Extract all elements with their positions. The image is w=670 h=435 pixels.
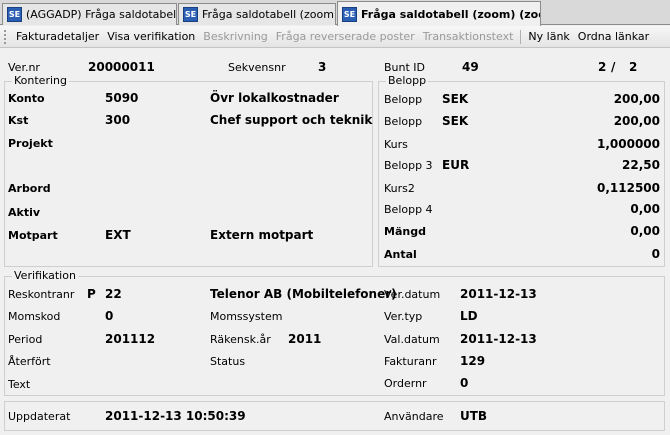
ordna-lankar-button[interactable]: Ordna länkar bbox=[574, 30, 653, 43]
belopp-row-value: 0,112500 bbox=[596, 181, 660, 195]
belopp-row-value: 200,00 bbox=[613, 92, 660, 106]
kontering-group bbox=[4, 81, 373, 267]
reskontranr-description: Telenor AB (Mobiltelefoner) bbox=[210, 287, 397, 301]
motpart-description: Extern motpart bbox=[210, 228, 314, 242]
belopp-row-value: 0 bbox=[651, 247, 660, 261]
se-app-icon: SE bbox=[342, 6, 357, 22]
belopp-row-currency: SEK bbox=[442, 92, 469, 106]
page-total: 2 bbox=[629, 60, 638, 74]
sekvensnr-label: Sekvensnr bbox=[228, 61, 286, 74]
konto-description: Övr lokalkostnader bbox=[210, 91, 339, 105]
ny-lank-button[interactable]: Ny länk bbox=[524, 30, 573, 43]
kst-value: 300 bbox=[105, 113, 131, 127]
konto-value: 5090 bbox=[105, 91, 139, 105]
momssystem-label: Momssystem bbox=[210, 310, 283, 323]
tab-aggadp-fraga-saldotabell[interactable]: SE (AGGADP) Fråga saldotabell bbox=[2, 3, 177, 25]
belopp-row-label: Belopp bbox=[384, 93, 423, 106]
reskontranr-type: P bbox=[87, 287, 96, 301]
projekt-label: Projekt bbox=[8, 137, 53, 150]
kst-label: Kst bbox=[8, 114, 29, 127]
vertyp-label: Ver.typ bbox=[384, 310, 423, 323]
toolbar: Fakturadetaljer Visa verifikation Beskri… bbox=[0, 26, 670, 48]
belopp-row-label: Belopp 3 bbox=[384, 159, 433, 172]
belopp-row-label: Kurs bbox=[384, 138, 408, 151]
arbord-label: Arbord bbox=[8, 182, 51, 195]
visa-verifikation-button[interactable]: Visa verifikation bbox=[103, 30, 199, 43]
period-value: 201112 bbox=[105, 332, 156, 346]
tab-fraga-saldotabell-zoom-zoom[interactable]: SE Fråga saldotabell (zoom) (zoom) bbox=[337, 1, 541, 26]
fakturadetaljer-button[interactable]: Fakturadetaljer bbox=[12, 30, 103, 43]
belopp-row-value: 200,00 bbox=[613, 114, 660, 128]
reskontranr-value: 22 bbox=[105, 287, 122, 301]
se-app-icon: SE bbox=[7, 7, 22, 22]
momskod-value: 0 bbox=[105, 309, 114, 323]
form-area: Ver.nr 20000011 Sekvensnr 3 Bunt ID 49 2… bbox=[0, 49, 670, 435]
verdatum-label: Ver.datum bbox=[384, 288, 441, 301]
status-label: Status bbox=[210, 355, 246, 368]
belopp-row-value: 0,00 bbox=[630, 202, 660, 216]
ordernr-value: 0 bbox=[460, 376, 469, 390]
belopp-row-label: Antal bbox=[384, 248, 417, 261]
ordernr-label: Ordernr bbox=[384, 377, 427, 390]
belopp-row-currency: SEK bbox=[442, 114, 469, 128]
belopp-row-currency: EUR bbox=[442, 158, 470, 172]
fakturanr-label: Fakturanr bbox=[384, 355, 437, 368]
toolbar-separator bbox=[520, 29, 522, 44]
reskontranr-label: Reskontranr bbox=[8, 288, 75, 301]
motpart-value: EXT bbox=[105, 228, 131, 242]
vernr-label: Ver.nr bbox=[8, 61, 40, 74]
fakturanr-value: 129 bbox=[460, 354, 486, 368]
anvandare-label: Användare bbox=[384, 410, 444, 423]
anvandare-value: UTB bbox=[460, 409, 488, 423]
tab-strip: SE (AGGADP) Fråga saldotabell SE Fråga s… bbox=[0, 0, 670, 26]
momskod-label: Momskod bbox=[8, 310, 61, 323]
page-separator: / bbox=[611, 60, 616, 74]
tab-fraga-saldotabell-zoom[interactable]: SE Fråga saldotabell (zoom) bbox=[178, 3, 336, 25]
aktiv-label: Aktiv bbox=[8, 206, 41, 219]
belopp-row-label: Kurs2 bbox=[384, 182, 415, 195]
tab-label: Fråga saldotabell (zoom) bbox=[202, 8, 336, 21]
belopp-row-label: Belopp bbox=[384, 115, 423, 128]
tab-label: Fråga saldotabell (zoom) (zoom) bbox=[361, 7, 540, 21]
transaktionstext-button[interactable]: Transaktionstext bbox=[419, 30, 518, 43]
belopp-title: Belopp bbox=[386, 74, 429, 87]
belopp-row-value: 1,000000 bbox=[596, 137, 660, 151]
buntid-value: 49 bbox=[462, 60, 479, 74]
valdatum-value: 2011-12-13 bbox=[460, 332, 537, 346]
motpart-label: Motpart bbox=[8, 229, 58, 242]
vertyp-value: LD bbox=[460, 309, 478, 323]
buntid-label: Bunt ID bbox=[384, 61, 426, 74]
belopp-group bbox=[378, 81, 665, 267]
belopp-row-value: 22,50 bbox=[622, 158, 660, 172]
aterfort-label: Återfört bbox=[8, 355, 51, 368]
tab-label: (AGGADP) Fråga saldotabell bbox=[26, 8, 177, 21]
konto-label: Konto bbox=[8, 92, 45, 105]
belopp-row-value: 0,00 bbox=[630, 224, 660, 238]
verifikation-title: Verifikation bbox=[12, 269, 78, 282]
verdatum-value: 2011-12-13 bbox=[460, 287, 537, 301]
uppdaterat-label: Uppdaterat bbox=[8, 410, 71, 423]
page-current: 2 bbox=[598, 60, 607, 74]
kst-description: Chef support och teknik bbox=[210, 113, 373, 127]
rakenskapsar-value: 2011 bbox=[288, 332, 322, 346]
kontering-title: Kontering bbox=[12, 74, 69, 87]
uppdaterat-value: 2011-12-13 10:50:39 bbox=[105, 409, 246, 423]
toolbar-grip[interactable] bbox=[4, 29, 8, 44]
footer-group bbox=[4, 401, 665, 431]
beskrivning-button[interactable]: Beskrivning bbox=[199, 30, 272, 43]
rakenskapsar-label: Räkensk.år bbox=[210, 333, 271, 346]
belopp-row-label: Mängd bbox=[384, 225, 426, 238]
se-app-icon: SE bbox=[183, 7, 198, 22]
sekvensnr-value: 3 bbox=[318, 60, 327, 74]
period-label: Period bbox=[8, 333, 43, 346]
valdatum-label: Val.datum bbox=[384, 333, 440, 346]
vernr-value: 20000011 bbox=[88, 60, 155, 74]
text-label: Text bbox=[8, 378, 31, 391]
belopp-row-label: Belopp 4 bbox=[384, 203, 433, 216]
fraga-reverserade-poster-button[interactable]: Fråga reverserade poster bbox=[272, 30, 419, 43]
